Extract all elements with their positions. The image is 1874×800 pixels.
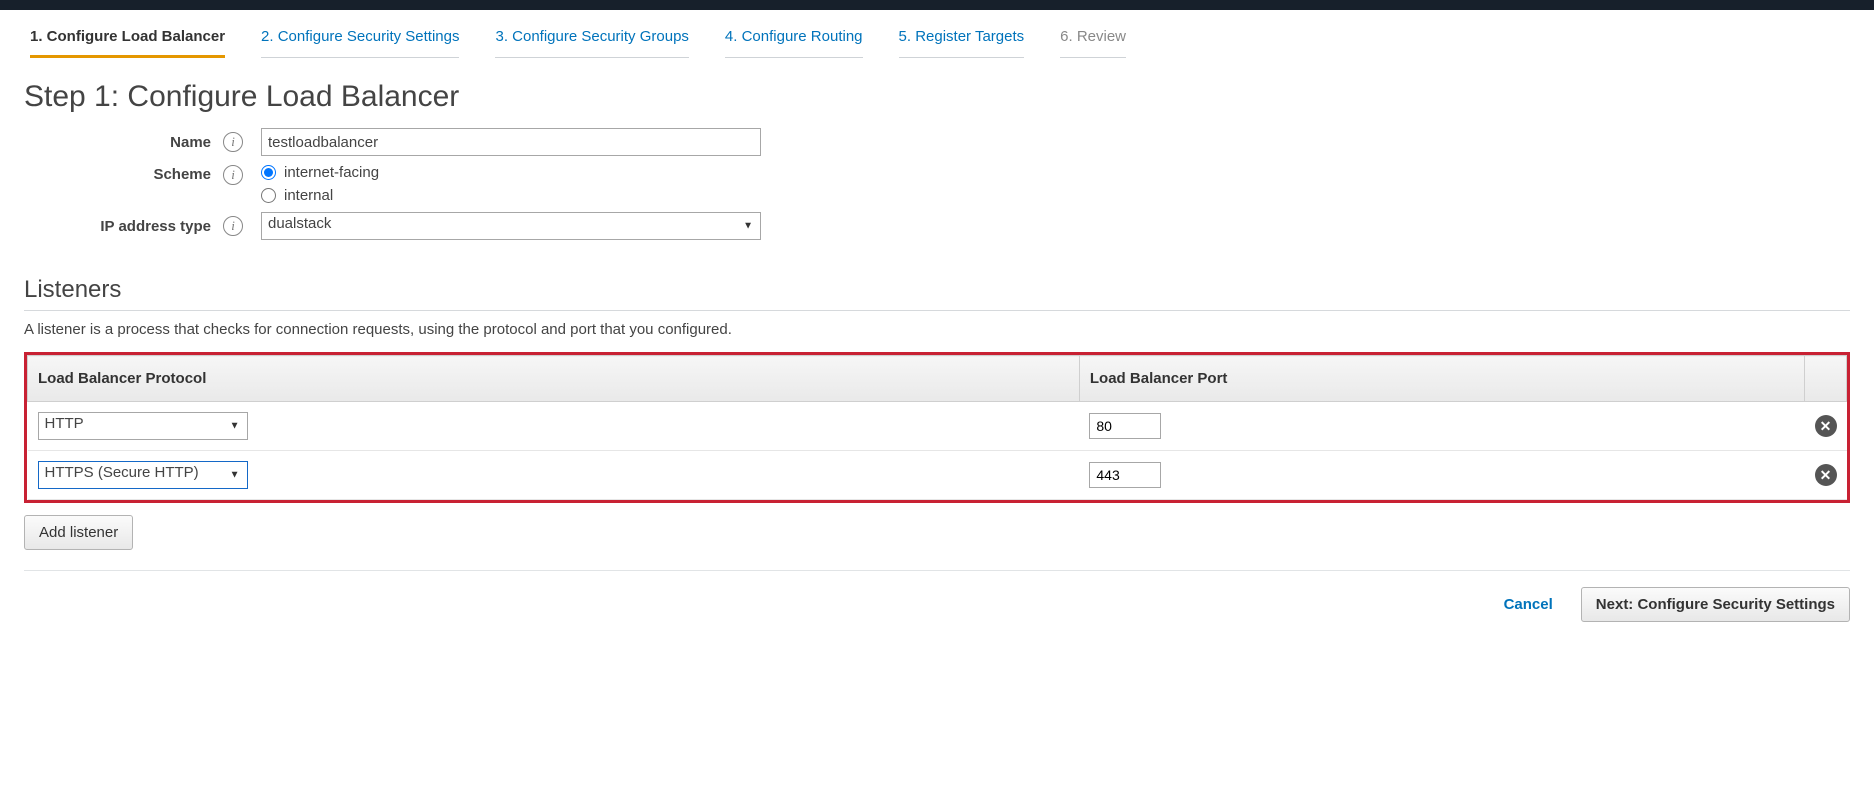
add-listener-button[interactable]: Add listener: [24, 515, 133, 550]
listeners-section-title: Listeners: [24, 276, 1850, 304]
row-name: Name i: [24, 128, 1850, 156]
ip-address-type-select[interactable]: dualstack: [261, 212, 761, 240]
listeners-description: A listener is a process that checks for …: [24, 321, 1850, 338]
remove-listener-button[interactable]: ✕: [1815, 464, 1837, 486]
row-scheme: Scheme i internet-facing internal: [24, 164, 1850, 204]
label-ip-address-type: IP address type: [24, 218, 219, 235]
page-title: Step 1: Configure Load Balancer: [24, 80, 1850, 114]
row-ip-address-type: IP address type i dualstack ▼: [24, 212, 1850, 240]
listener-port-input[interactable]: [1089, 413, 1161, 439]
column-header-protocol: Load Balancer Protocol: [28, 356, 1080, 402]
next-button[interactable]: Next: Configure Security Settings: [1581, 587, 1850, 622]
aws-top-bar: [0, 0, 1874, 10]
name-input[interactable]: [261, 128, 761, 156]
label-scheme: Scheme: [24, 164, 219, 183]
radio-label: internet-facing: [284, 164, 379, 181]
wizard-tab-register-targets[interactable]: 5. Register Targets: [899, 22, 1025, 58]
listener-row: HTTPS (Secure HTTP) ▼ ✕: [28, 451, 1847, 500]
listener-protocol-select[interactable]: HTTPS (Secure HTTP): [38, 461, 248, 489]
label-name: Name: [24, 134, 219, 151]
scheme-radio-group: internet-facing internal: [261, 164, 379, 204]
radio-label: internal: [284, 187, 333, 204]
info-icon[interactable]: i: [223, 132, 243, 152]
listeners-table: Load Balancer Protocol Load Balancer Por…: [27, 355, 1847, 500]
info-icon[interactable]: i: [223, 165, 243, 185]
wizard-tab-review: 6. Review: [1060, 22, 1126, 58]
listener-row: HTTP ▼ ✕: [28, 402, 1847, 451]
divider: [24, 310, 1850, 311]
wizard-nav: 1. Configure Load Balancer 2. Configure …: [24, 10, 1850, 58]
listener-protocol-select[interactable]: HTTP: [38, 412, 248, 440]
wizard-tab-configure-load-balancer[interactable]: 1. Configure Load Balancer: [30, 22, 225, 58]
radio-internet-facing[interactable]: [261, 165, 276, 180]
footer-actions: Cancel Next: Configure Security Settings: [24, 570, 1850, 622]
column-header-port: Load Balancer Port: [1079, 356, 1804, 402]
wizard-tab-configure-routing[interactable]: 4. Configure Routing: [725, 22, 863, 58]
listeners-highlight: Load Balancer Protocol Load Balancer Por…: [24, 352, 1850, 503]
scheme-option-internet-facing[interactable]: internet-facing: [261, 164, 379, 181]
info-icon[interactable]: i: [223, 216, 243, 236]
scheme-option-internal[interactable]: internal: [261, 187, 379, 204]
radio-internal[interactable]: [261, 188, 276, 203]
column-header-actions: [1805, 356, 1847, 402]
listener-port-input[interactable]: [1089, 462, 1161, 488]
wizard-tab-configure-security-groups[interactable]: 3. Configure Security Groups: [495, 22, 688, 58]
cancel-button[interactable]: Cancel: [1490, 588, 1567, 621]
wizard-tab-configure-security-settings[interactable]: 2. Configure Security Settings: [261, 22, 459, 58]
remove-listener-button[interactable]: ✕: [1815, 415, 1837, 437]
